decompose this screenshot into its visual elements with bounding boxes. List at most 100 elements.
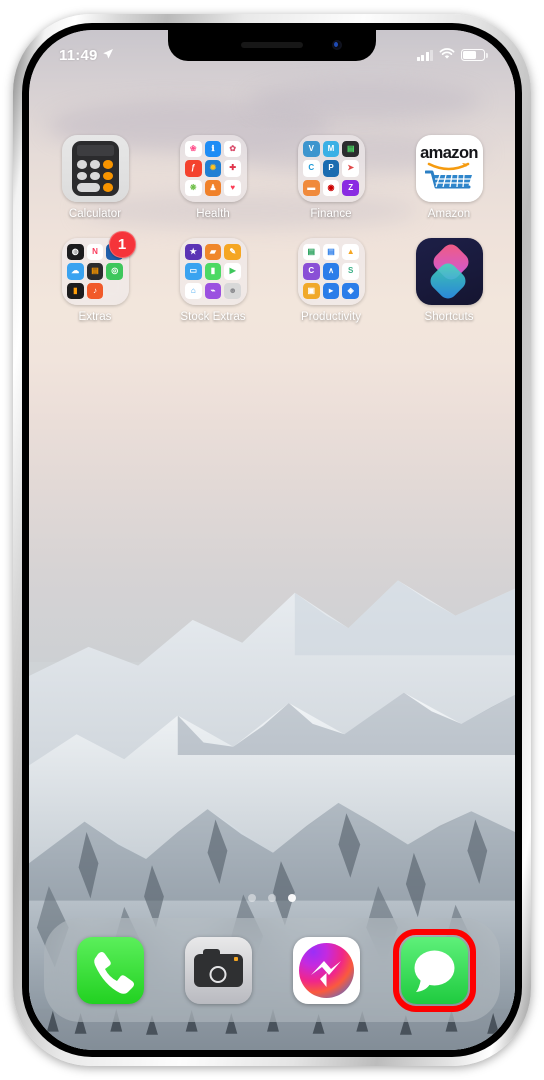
mini-icon: S [342, 263, 359, 280]
page-dot[interactable] [268, 894, 276, 902]
app-label: Finance [310, 208, 352, 220]
messenger-icon[interactable] [292, 936, 360, 1004]
mini-icon: ▰ [204, 243, 222, 261]
mini-icon: ✚ [224, 160, 241, 177]
mini-icon: ◍ [67, 243, 84, 261]
app-label: Stock Extras [180, 311, 246, 323]
status-bar-left: 11:49 [59, 47, 114, 64]
mini-icon: ✎ [224, 243, 241, 261]
mini-icon: ◉ [322, 179, 340, 197]
page-dot[interactable] [248, 894, 256, 902]
folder-icon[interactable]: ◍ N ≡ ☁ ▤ ◎ ▮ ♪ [61, 231, 136, 305]
app-calculator[interactable]: Calculator [47, 135, 143, 220]
folder-health[interactable]: ❀ ℹ ✿ ƒ ✹ ✚ ❋ ♟ ♥ Health [165, 135, 261, 220]
mini-icon: ▤ [303, 243, 320, 261]
app-grid: Calculator ❀ ℹ ✿ ƒ ✹ ✚ ❋ ♟ ♥ Health V M … [29, 135, 515, 341]
camera-icon[interactable] [184, 936, 252, 1004]
mini-icon: ✹ [204, 160, 222, 177]
mini-icon: ▤ [86, 263, 104, 280]
mini-icon: ƒ [185, 160, 202, 177]
mini-icon: ☻ [224, 282, 241, 300]
mini-icon: ▭ [185, 263, 202, 280]
calculator-icon[interactable] [61, 135, 129, 202]
amazon-icon[interactable]: amazon [415, 135, 483, 202]
folder-productivity[interactable]: ▤ ▤ ▲ C ∧ S ▣ ▸ ◈ Productivity [283, 238, 379, 323]
mini-icon: ☁ [67, 263, 84, 280]
folder-icon[interactable]: ★ ▰ ✎ ▭ ▮ ▶ ⌂ ⌁ ☻ [179, 238, 247, 305]
status-bar-time: 11:49 [59, 46, 98, 64]
mini-icon: ◈ [342, 282, 359, 300]
status-bar-right [416, 47, 488, 64]
app-label: Extras [78, 311, 112, 323]
mini-icon: ℹ [204, 140, 222, 158]
phone-screen: 11:49 Calculator ❀ ℹ ✿ ƒ ✹ ✚ ❋ ♟ ♥ Healt… [29, 30, 515, 1050]
folder-mini-grid: ❀ ℹ ✿ ƒ ✹ ✚ ❋ ♟ ♥ [180, 135, 247, 202]
folder-mini-grid: ★ ▰ ✎ ▭ ▮ ▶ ⌂ ⌁ ☻ [180, 238, 247, 305]
mini-icon: V [303, 140, 320, 158]
mini-icon: Z [342, 179, 359, 197]
page-dot-active[interactable] [288, 894, 296, 902]
dock [44, 918, 500, 1022]
folder-mini-grid: ▤ ▤ ▲ C ∧ S ▣ ▸ ◈ [298, 238, 365, 305]
mini-icon: ❀ [185, 140, 202, 158]
mini-icon: ▤ [342, 140, 359, 158]
app-label: Health [196, 208, 230, 220]
mini-icon: C [303, 160, 320, 177]
signal-bars-icon [416, 49, 433, 61]
mini-icon: ◎ [106, 263, 123, 280]
folder-icon[interactable]: V M ▤ C P ➤ ▬ ◉ Z [297, 135, 365, 202]
app-row-2: ◍ N ≡ ☁ ▤ ◎ ▮ ♪ [47, 231, 497, 323]
app-label: Productivity [300, 311, 362, 323]
dock-app-messages[interactable] [392, 928, 476, 1012]
battery-icon [461, 49, 488, 61]
mini-icon: ▣ [303, 282, 320, 300]
mini-icon: M [322, 140, 340, 158]
mini-icon: ▮ [67, 282, 84, 300]
mini-icon: ❋ [185, 179, 202, 197]
folder-icon[interactable]: ❀ ℹ ✿ ƒ ✹ ✚ ❋ ♟ ♥ [179, 135, 247, 202]
shopping-cart-icon [424, 170, 474, 194]
phone-icon[interactable] [76, 936, 144, 1004]
phone-inner-bezel: 11:49 Calculator ❀ ℹ ✿ ƒ ✹ ✚ ❋ ♟ ♥ Healt… [22, 23, 522, 1057]
mini-icon: ♪ [86, 282, 104, 300]
app-label: Shortcuts [424, 311, 474, 323]
app-label: Amazon [427, 208, 471, 220]
notch [168, 30, 376, 61]
mini-icon: ♟ [204, 179, 222, 197]
cloud-band [247, 81, 481, 122]
dock-app-messenger[interactable] [292, 936, 360, 1004]
mini-icon: ▬ [303, 179, 320, 197]
folder-mini-grid: V M ▤ C P ➤ ▬ ◉ Z [298, 135, 365, 202]
shortcuts-icon[interactable] [415, 238, 483, 305]
folder-stock-extras[interactable]: ★ ▰ ✎ ▭ ▮ ▶ ⌂ ⌁ ☻ Stock Extras [165, 238, 261, 323]
dock-app-phone[interactable] [76, 936, 144, 1004]
wifi-icon [439, 47, 455, 64]
notification-badge: 1 [108, 231, 136, 258]
mini-icon: ➤ [342, 160, 359, 177]
earpiece-speaker [241, 42, 303, 48]
mini-icon [106, 283, 123, 300]
location-arrow-icon [102, 47, 114, 64]
dock-app-camera[interactable] [184, 936, 252, 1004]
folder-extras[interactable]: ◍ N ≡ ☁ ▤ ◎ ▮ ♪ [47, 231, 143, 323]
mini-icon: ★ [185, 243, 202, 261]
app-row-1: Calculator ❀ ℹ ✿ ƒ ✹ ✚ ❋ ♟ ♥ Health V M … [47, 135, 497, 220]
app-shortcuts[interactable]: Shortcuts [401, 238, 497, 323]
mini-icon: ♥ [224, 179, 241, 197]
mini-icon: ⌂ [185, 282, 202, 300]
messages-icon[interactable] [400, 936, 468, 1004]
mini-icon: ▮ [204, 263, 222, 280]
folder-finance[interactable]: V M ▤ C P ➤ ▬ ◉ Z Finance [283, 135, 379, 220]
page-indicator-dots[interactable] [29, 894, 515, 902]
mini-icon: C [303, 263, 320, 280]
folder-icon[interactable]: ▤ ▤ ▲ C ∧ S ▣ ▸ ◈ [297, 238, 365, 305]
mini-icon: ▶ [224, 263, 241, 280]
mini-icon: ⌁ [204, 282, 222, 300]
phone-bezel: 11:49 Calculator ❀ ℹ ✿ ƒ ✹ ✚ ❋ ♟ ♥ Healt… [29, 30, 515, 1050]
app-label: Calculator [68, 208, 122, 220]
mini-icon: ▲ [342, 243, 359, 261]
mini-icon: N [86, 243, 104, 261]
iphone-device-frame: 11:49 Calculator ❀ ℹ ✿ ƒ ✹ ✚ ❋ ♟ ♥ Healt… [13, 14, 531, 1066]
app-amazon[interactable]: amazon Amazon [401, 135, 497, 220]
front-camera-icon [332, 40, 342, 50]
